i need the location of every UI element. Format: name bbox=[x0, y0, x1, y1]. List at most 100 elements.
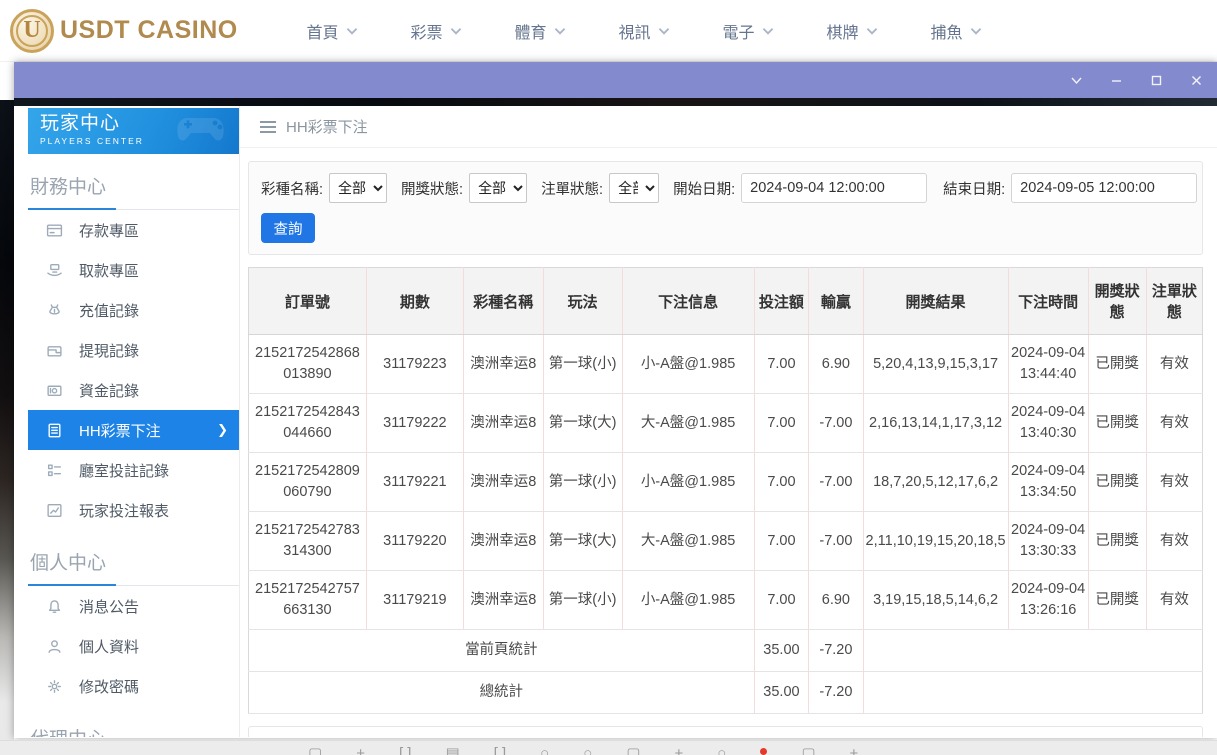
table-cell: 2152172542868013890 bbox=[249, 335, 367, 394]
sidebar-item-存款專區[interactable]: 存款專區 bbox=[28, 210, 240, 250]
table-cell: 澳洲幸运8 bbox=[463, 571, 543, 630]
sidebar-item-玩家投注報表[interactable]: 玩家投注報表 bbox=[28, 490, 240, 530]
column-header: 輸贏 bbox=[809, 268, 863, 335]
table-cell: -7.00 bbox=[809, 453, 863, 512]
nav-menu: 首頁 彩票 體育 視訊 電子 棋牌 捕魚 bbox=[280, 19, 1008, 43]
sidebar-item-個人資料[interactable]: 個人資料 bbox=[28, 626, 240, 666]
sidebar-header: 玩家中心 PLAYERS CENTER bbox=[28, 108, 240, 154]
nav-item-label: 視訊 bbox=[618, 19, 650, 43]
chevron-down-icon bbox=[450, 27, 462, 35]
player-center-window: 玩家中心 PLAYERS CENTER 財務中心 存款專區 取款專區 bbox=[14, 62, 1217, 738]
draw-status-label: 開獎狀態: bbox=[401, 178, 463, 199]
nav-item-label: 捕魚 bbox=[930, 19, 962, 43]
background-peek-band bbox=[14, 98, 1217, 106]
window-maximize-button[interactable] bbox=[1149, 73, 1163, 87]
table-row: 215217254286801389031179223澳洲幸运8第一球(小)小-… bbox=[249, 335, 1203, 394]
menu-toggle-icon[interactable] bbox=[260, 121, 276, 133]
order-status-select[interactable]: 全部 bbox=[609, 173, 659, 203]
column-header: 下注時間 bbox=[1008, 268, 1088, 335]
sidebar-item-label: 提現記錄 bbox=[79, 340, 139, 361]
start-date-label: 開始日期: bbox=[673, 178, 735, 199]
table-cell: 已開獎 bbox=[1088, 453, 1146, 512]
sidebar-item-資金記錄[interactable]: 資金記錄 bbox=[28, 370, 240, 410]
table-cell: 第一球(小) bbox=[543, 571, 622, 630]
table-cell: 31179219 bbox=[366, 571, 463, 630]
table-cell: 大-A盤@1.985 bbox=[622, 394, 754, 453]
sidebar-item-修改密碼[interactable]: 修改密碼 bbox=[28, 666, 240, 706]
chevron-down-icon bbox=[970, 27, 982, 35]
table-cell: 第一球(大) bbox=[543, 394, 622, 453]
nav-item[interactable]: 視訊 bbox=[592, 19, 696, 43]
table-cell: 有效 bbox=[1146, 512, 1202, 571]
column-header: 彩種名稱 bbox=[463, 268, 543, 335]
lottery-bets-icon bbox=[46, 422, 63, 439]
bets-table: 訂單號期數彩種名稱玩法下注信息投注額輸贏開獎結果下注時間開獎狀態注單狀態2152… bbox=[248, 267, 1203, 714]
nav-item-label: 電子 bbox=[722, 19, 754, 43]
summary-bet-total: 35.00 bbox=[754, 672, 809, 714]
toolbar-glyph-icon: + bbox=[356, 745, 365, 755]
filter-panel: 彩種名稱: 全部 開獎狀態: 全部 注單狀態: 全部 開始日期: 結束日期: bbox=[248, 161, 1203, 255]
nav-item[interactable]: 棋牌 bbox=[800, 19, 904, 43]
table-cell: 2152172542843044660 bbox=[249, 394, 367, 453]
table-cell: 有效 bbox=[1146, 453, 1202, 512]
funds-record-icon bbox=[46, 382, 63, 399]
table-cell: 2,16,13,14,1,17,3,12 bbox=[863, 394, 1008, 453]
nav-item[interactable]: 捕魚 bbox=[904, 19, 1008, 43]
window-collapse-button[interactable] bbox=[1069, 73, 1083, 87]
sidebar-item-HH彩票下注[interactable]: HH彩票下注 ❯ bbox=[28, 410, 240, 450]
table-cell: 2024-09-04 13:34:50 bbox=[1008, 453, 1088, 512]
table-row: 215217254278331430031179220澳洲幸运8第一球(大)大-… bbox=[249, 512, 1203, 571]
table-cell: 7.00 bbox=[754, 335, 809, 394]
draw-status-select[interactable]: 全部 bbox=[469, 173, 527, 203]
window-close-button[interactable] bbox=[1189, 73, 1203, 87]
sidebar-item-取款專區[interactable]: 取款專區 bbox=[28, 250, 240, 290]
cashout-record-icon bbox=[46, 342, 63, 359]
window-titlebar bbox=[14, 62, 1217, 98]
summary-row: 總統計 35.00 -7.20 bbox=[249, 672, 1203, 714]
column-header: 投注額 bbox=[754, 268, 809, 335]
sidebar-item-廳室投註記錄[interactable]: 廳室投註記錄 bbox=[28, 450, 240, 490]
column-header: 注單狀態 bbox=[1146, 268, 1202, 335]
lottery-name-select[interactable]: 全部 bbox=[329, 173, 387, 203]
table-cell: 澳洲幸运8 bbox=[463, 394, 543, 453]
password-icon bbox=[46, 678, 63, 695]
sidebar-item-label: 廳室投註記錄 bbox=[79, 460, 169, 481]
table-cell: 7.00 bbox=[754, 394, 809, 453]
page-background-sliver bbox=[0, 100, 14, 755]
deposit-icon bbox=[46, 222, 63, 239]
sidebar-section-title: 財務中心 bbox=[28, 166, 240, 210]
sidebar-item-消息公告[interactable]: 消息公告 bbox=[28, 586, 240, 626]
chevron-down-icon bbox=[658, 27, 670, 35]
table-cell: 7.00 bbox=[754, 453, 809, 512]
nav-item[interactable]: 電子 bbox=[696, 19, 800, 43]
table-cell: 澳洲幸运8 bbox=[463, 512, 543, 571]
sidebar-item-提現記錄[interactable]: 提現記錄 bbox=[28, 330, 240, 370]
sidebar-item-label: 玩家投注報表 bbox=[79, 500, 169, 521]
withdraw-icon bbox=[46, 262, 63, 279]
search-button[interactable]: 查詢 bbox=[261, 213, 315, 243]
site-logo[interactable]: U USDT CASINO bbox=[10, 9, 240, 53]
table-cell: 31179222 bbox=[366, 394, 463, 453]
toolbar-glyph-icon: ○ bbox=[540, 745, 549, 755]
table-cell: 2,11,10,19,15,20,18,5 bbox=[863, 512, 1008, 571]
toolbar-glyph-icon: ▢ bbox=[626, 745, 640, 755]
nav-item[interactable]: 首頁 bbox=[280, 19, 384, 43]
player-center-sidebar: 玩家中心 PLAYERS CENTER 財務中心 存款專區 取款專區 bbox=[14, 106, 240, 737]
sidebar-section-title: 代理中心 bbox=[28, 718, 240, 737]
end-date-input[interactable] bbox=[1011, 173, 1197, 203]
column-header: 玩法 bbox=[543, 268, 622, 335]
table-cell: 2024-09-04 13:30:33 bbox=[1008, 512, 1088, 571]
table-row: 215217254284304466031179222澳洲幸运8第一球(大)大-… bbox=[249, 394, 1203, 453]
nav-item[interactable]: 彩票 bbox=[384, 19, 488, 43]
window-minimize-button[interactable] bbox=[1109, 73, 1123, 87]
pagination-panel: 每頁顯示20條 共5条 首页 上一页 [1] 下一页 第 页 跳转 bbox=[248, 726, 1203, 737]
nav-item-label: 棋牌 bbox=[826, 19, 858, 43]
nav-item[interactable]: 體育 bbox=[488, 19, 592, 43]
minimize-icon bbox=[1110, 74, 1123, 87]
lottery-name-label: 彩種名稱: bbox=[261, 178, 323, 199]
table-cell: 已開獎 bbox=[1088, 512, 1146, 571]
start-date-input[interactable] bbox=[741, 173, 927, 203]
summary-row: 當前頁統計 35.00 -7.20 bbox=[249, 630, 1203, 672]
sidebar-item-充值記錄[interactable]: 充值記錄 bbox=[28, 290, 240, 330]
sidebar-item-label: HH彩票下注 bbox=[79, 420, 161, 441]
